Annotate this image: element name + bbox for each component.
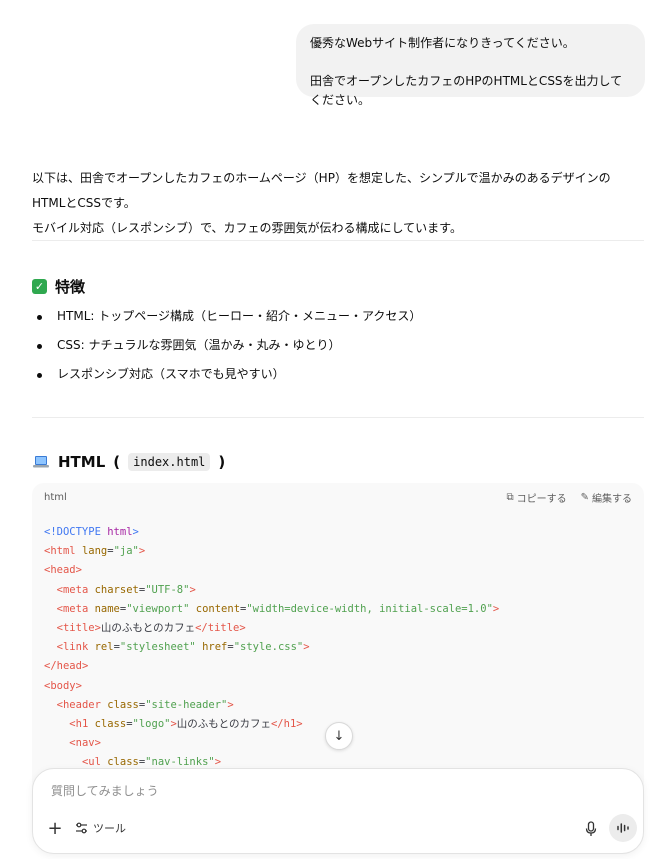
edit-button[interactable]: ✎ 編集する: [581, 490, 632, 505]
laptop-icon: [33, 456, 49, 468]
divider: [32, 240, 644, 241]
list-item: HTML: トップページ構成（ヒーロー・紹介・メニュー・アクセス）: [32, 304, 421, 333]
user-message-line: 優秀なWebサイト制作者になりきってください。: [310, 36, 575, 50]
features-heading: ✓ 特徴: [32, 276, 85, 297]
assistant-intro-line: 以下は、田舎でオープンしたカフェのホームページ（HP）を想定した、シンプルで温か…: [32, 171, 611, 210]
code-line: <meta name="viewport" content="width=dev…: [56, 602, 500, 615]
code-block-header: html ⧉ コピーする ✎ 編集する: [32, 483, 644, 511]
plus-icon: +: [47, 818, 63, 839]
code-line: <link rel="stylesheet" href="style.css">: [56, 641, 310, 654]
edit-label: 編集する: [592, 493, 632, 505]
assistant-intro: 以下は、田舎でオープンしたカフェのホームページ（HP）を想定した、シンプルで温か…: [32, 166, 642, 241]
code-line: <head>: [44, 564, 82, 577]
voice-wave-icon: [617, 823, 629, 833]
copy-icon: ⧉: [506, 491, 514, 503]
user-message-line: 田舎でオープンしたカフェのHPのHTMLとCSSを出力してください。: [310, 74, 623, 107]
edit-icon: ✎: [580, 491, 589, 503]
divider: [32, 417, 644, 418]
code-line: <title>山のふもとのカフェ</title>: [56, 622, 246, 635]
features-list: HTML: トップページ構成（ヒーロー・紹介・メニュー・アクセス） CSS: ナ…: [32, 304, 421, 391]
code-line: <meta charset="UTF-8">: [56, 583, 196, 596]
html-title: HTML: [58, 453, 106, 471]
html-filename: index.html: [128, 453, 211, 471]
assistant-intro-line: モバイル対応（レスポンシブ）で、カフェの雰囲気が伝わる構成にしています。: [32, 221, 462, 235]
copy-label: コピーする: [516, 493, 567, 505]
composer: + ツール: [32, 768, 644, 854]
code-line: <header class="site-header">: [56, 698, 234, 711]
list-item: CSS: ナチュラルな雰囲気（温かみ・丸み・ゆとり）: [32, 333, 421, 362]
check-icon: ✓: [32, 279, 47, 294]
voice-mode-button[interactable]: [609, 814, 637, 842]
code-block: html ⧉ コピーする ✎ 編集する <!DOCTYPE html> <html…: [32, 483, 644, 813]
sliders-icon: [76, 822, 87, 834]
arrow-down-icon: ↓: [333, 728, 345, 744]
copy-button[interactable]: ⧉ コピーする: [506, 490, 566, 505]
tools-label: ツール: [93, 822, 126, 835]
mic-icon: [585, 821, 597, 836]
prompt-input[interactable]: [49, 783, 573, 799]
code-language: html: [44, 491, 67, 503]
html-heading: HTML ( index.html ): [32, 453, 225, 471]
code-line: <body>: [44, 679, 82, 692]
plus-button[interactable]: +: [45, 819, 65, 839]
code-line: <!DOCTYPE html>: [44, 526, 139, 538]
code-line: </head>: [44, 660, 89, 673]
scroll-down-button[interactable]: ↓: [325, 722, 353, 750]
mic-button[interactable]: [581, 819, 601, 839]
tools-button[interactable]: ツール: [75, 820, 126, 836]
list-item: レスポンシブ対応（スマホでも見やすい）: [32, 362, 421, 391]
code-line: <html lang="ja">: [44, 545, 146, 558]
user-message-bubble: 優秀なWebサイト制作者になりきってください。 田舎でオープンしたカフェのHPの…: [296, 24, 645, 107]
features-title: 特徴: [55, 278, 86, 296]
